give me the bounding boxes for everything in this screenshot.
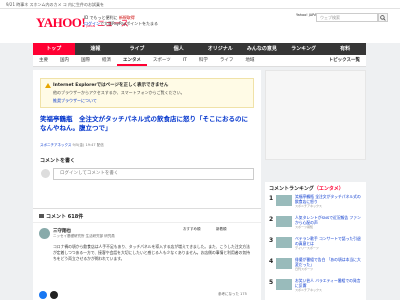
rank-number: 2 <box>269 216 274 223</box>
rank-source: スポニチアネックス <box>295 204 322 208</box>
sort-recommended[interactable]: おすすめ順 <box>183 227 201 232</box>
rank-thumbnail <box>276 216 292 227</box>
nav-item[interactable]: 有料 <box>324 43 366 55</box>
facebook-share-icon[interactable] <box>39 291 47 299</box>
category-tab[interactable]: ライフ <box>214 55 240 66</box>
category-tab[interactable]: 国際 <box>75 55 96 66</box>
rank-source: 日刊スポーツ <box>295 267 313 271</box>
x-share-icon[interactable] <box>50 291 58 299</box>
ranking-item[interactable]: 1 笑福亭鶴瓶 全注文がタッチパネル式の飲食店に怒り スポニチアネックス <box>269 194 363 209</box>
rank-number: 4 <box>269 258 274 265</box>
comment-form-heading: コメントを書く <box>40 158 76 164</box>
article-headline[interactable]: 笑福亭鶴瓶 全注文がタッチパネル式の飲食店に怒り「そこにおるのになんやねん。腹立… <box>40 115 254 133</box>
article-time: 9/5(金) 19:47 配信 <box>72 143 104 147</box>
category-tab[interactable]: IT <box>177 55 193 66</box>
comment-count-bar: コメント 618件 <box>39 213 83 220</box>
rank-headline[interactable]: お笑い芸人 バラエティー番組での発言に反響 <box>295 278 363 288</box>
nav-item[interactable]: ランキング <box>283 43 325 55</box>
nav-item[interactable]: オリジナル <box>200 43 242 55</box>
category-nav: 主要 国内 国際 経済 エンタメ スポーツ IT 科学 ライフ 地域 トピックス一覧 <box>33 55 366 67</box>
signup-link[interactable]: 新規取得 <box>119 15 135 20</box>
expert-comment: 三守翔也 ニッセイ基礎研究所 生活研究部 研究員 おすすめ順 新着順 コロナ禍の… <box>33 222 261 287</box>
rank-source: スポニチアネックス <box>295 288 322 292</box>
header-promo: ID でもっと便利に 新規取得 ログインで大量PayPayポイントをたまる <box>84 15 158 27</box>
comment-icon <box>39 214 44 218</box>
category-tab[interactable]: 主要 <box>33 55 54 66</box>
promo-line1: ID でもっと便利に <box>84 15 118 20</box>
category-tab[interactable]: 地域 <box>239 55 260 66</box>
expert-avatar[interactable] <box>39 228 50 239</box>
ranking-item[interactable]: 4 俳優が番組で告白 「あの頃は本当に大変だった」 日刊スポーツ <box>269 257 363 272</box>
rank-thumbnail <box>276 237 292 248</box>
ranking-genre: （エンタメ） <box>313 186 344 192</box>
ie-warning-title: Internet Explorerではページを正しく表示できません <box>53 83 169 88</box>
warning-icon <box>45 83 51 88</box>
expert-comment-body: コロナ禍の頃から飲食店は人手不足もあり、タッチパネルを導入する店が増えてきました… <box>53 244 250 261</box>
nav-item[interactable]: みんなの意見 <box>241 43 283 55</box>
ie-warning-banner: Internet Explorerではページを正しく表示できません 他のブラウザ… <box>40 78 254 108</box>
rank-source: デイリースポーツ <box>295 246 319 250</box>
primary-nav: トップ 速報 ライブ 個人 オリジナル みんなの意見 ランキング 有料 <box>33 43 366 55</box>
rank-thumbnail <box>276 195 292 206</box>
category-tab[interactable]: 経済 <box>96 55 117 66</box>
sidebar: コメントランキング（エンタメ） 1 笑福亭鶴瓶 全注文がタッチパネル式の飲食店に怒… <box>265 70 366 300</box>
user-avatar <box>41 169 50 178</box>
ie-warning-desc: 他のブラウザーからアクセスするか、スマートフォンからご覧ください。 <box>53 90 185 95</box>
rank-thumbnail <box>276 258 292 269</box>
helpful-count: 175 <box>240 292 247 296</box>
category-tab[interactable]: 科学 <box>193 55 214 66</box>
ranking-item[interactable]: 5 お笑い芸人 バラエティー番組での発言に反響 スポニチアネックス <box>269 278 363 293</box>
rank-headline[interactable]: 笑福亭鶴瓶 全注文がタッチパネル式の飲食店に怒り <box>295 194 363 204</box>
share-buttons <box>39 291 58 299</box>
top-notice[interactable]: 9/21 時事ネ スホンム内のカメ コ 内に生件のお試乗を <box>0 0 400 9</box>
rank-number: 1 <box>269 195 274 202</box>
logo-yahoo-text: YAHOO! <box>36 15 86 30</box>
comment-label: コメント <box>46 214 67 220</box>
nav-item[interactable]: 速報 <box>75 43 117 55</box>
rank-thumbnail <box>276 279 292 290</box>
ranking-item[interactable]: 2 人気タレントがSNSで近況報告 ファンから心配の声 スポーツ報知 <box>269 215 363 230</box>
rank-number: 3 <box>269 237 274 244</box>
category-tab[interactable]: スポーツ <box>147 55 177 66</box>
sidebar-ad[interactable] <box>265 70 366 160</box>
rank-headline[interactable]: 俳優が番組で告白 「あの頃は本当に大変だった」 <box>295 257 363 267</box>
comment-ranking: コメントランキング（エンタメ） 1 笑福亭鶴瓶 全注文がタッチパネル式の飲食店に怒… <box>265 182 366 300</box>
ranking-title-label: コメントランキング <box>269 186 314 192</box>
topics-list-link[interactable]: トピックス一覧 <box>323 55 366 66</box>
recommended-browser-link[interactable]: 推奨ブラウザーについて <box>53 98 97 104</box>
expert-role: ニッセイ基礎研究所 生活研究部 研究員 <box>53 234 115 238</box>
comment-input[interactable]: ログインしてコメントを書く <box>53 168 254 180</box>
nav-item[interactable]: ライブ <box>116 43 158 55</box>
helpful-counter[interactable]: 参考になった 175 <box>218 292 247 297</box>
login-link[interactable]: ログイン <box>84 21 100 26</box>
rank-headline[interactable]: 人気タレントがSNSで近況報告 ファンから心配の声 <box>295 215 363 225</box>
site-header: YAHOO! JAPAN ニュース ID でもっと便利に 新規取得 ログインで大… <box>0 9 400 43</box>
nav-item[interactable]: 個人 <box>158 43 200 55</box>
search-input[interactable]: ウェブ検索 <box>316 13 378 22</box>
helpful-label: 参考になった <box>218 292 239 296</box>
search-icon <box>380 14 386 21</box>
search-button[interactable] <box>378 13 388 22</box>
sort-newest[interactable]: 新着順 <box>216 227 227 232</box>
nav-item[interactable]: トップ <box>33 43 75 55</box>
promo-line2: で大量PayPayポイントをたまる <box>100 21 158 26</box>
rank-number: 5 <box>269 279 274 286</box>
comments-section: コメント 618件 三守翔也 ニッセイ基礎研究所 生活研究部 研究員 おすすめ順… <box>33 208 261 300</box>
ranking-item[interactable]: 3 ベテラン歌手 コンサートで語った引退の真意とは デイリースポーツ <box>269 236 363 251</box>
article-meta: スポニチアネックス 9/5(金) 19:47 配信 <box>40 143 104 148</box>
ranking-title: コメントランキング（エンタメ） <box>269 185 344 192</box>
comment-count: 618件 <box>67 214 84 220</box>
rank-headline[interactable]: ベテラン歌手 コンサートで語った引退の真意とは <box>295 236 363 246</box>
rank-source: スポーツ報知 <box>295 225 313 229</box>
category-tab[interactable]: 国内 <box>54 55 75 66</box>
article-source[interactable]: スポニチアネックス <box>40 143 71 147</box>
category-tab[interactable]: エンタメ <box>117 55 147 66</box>
